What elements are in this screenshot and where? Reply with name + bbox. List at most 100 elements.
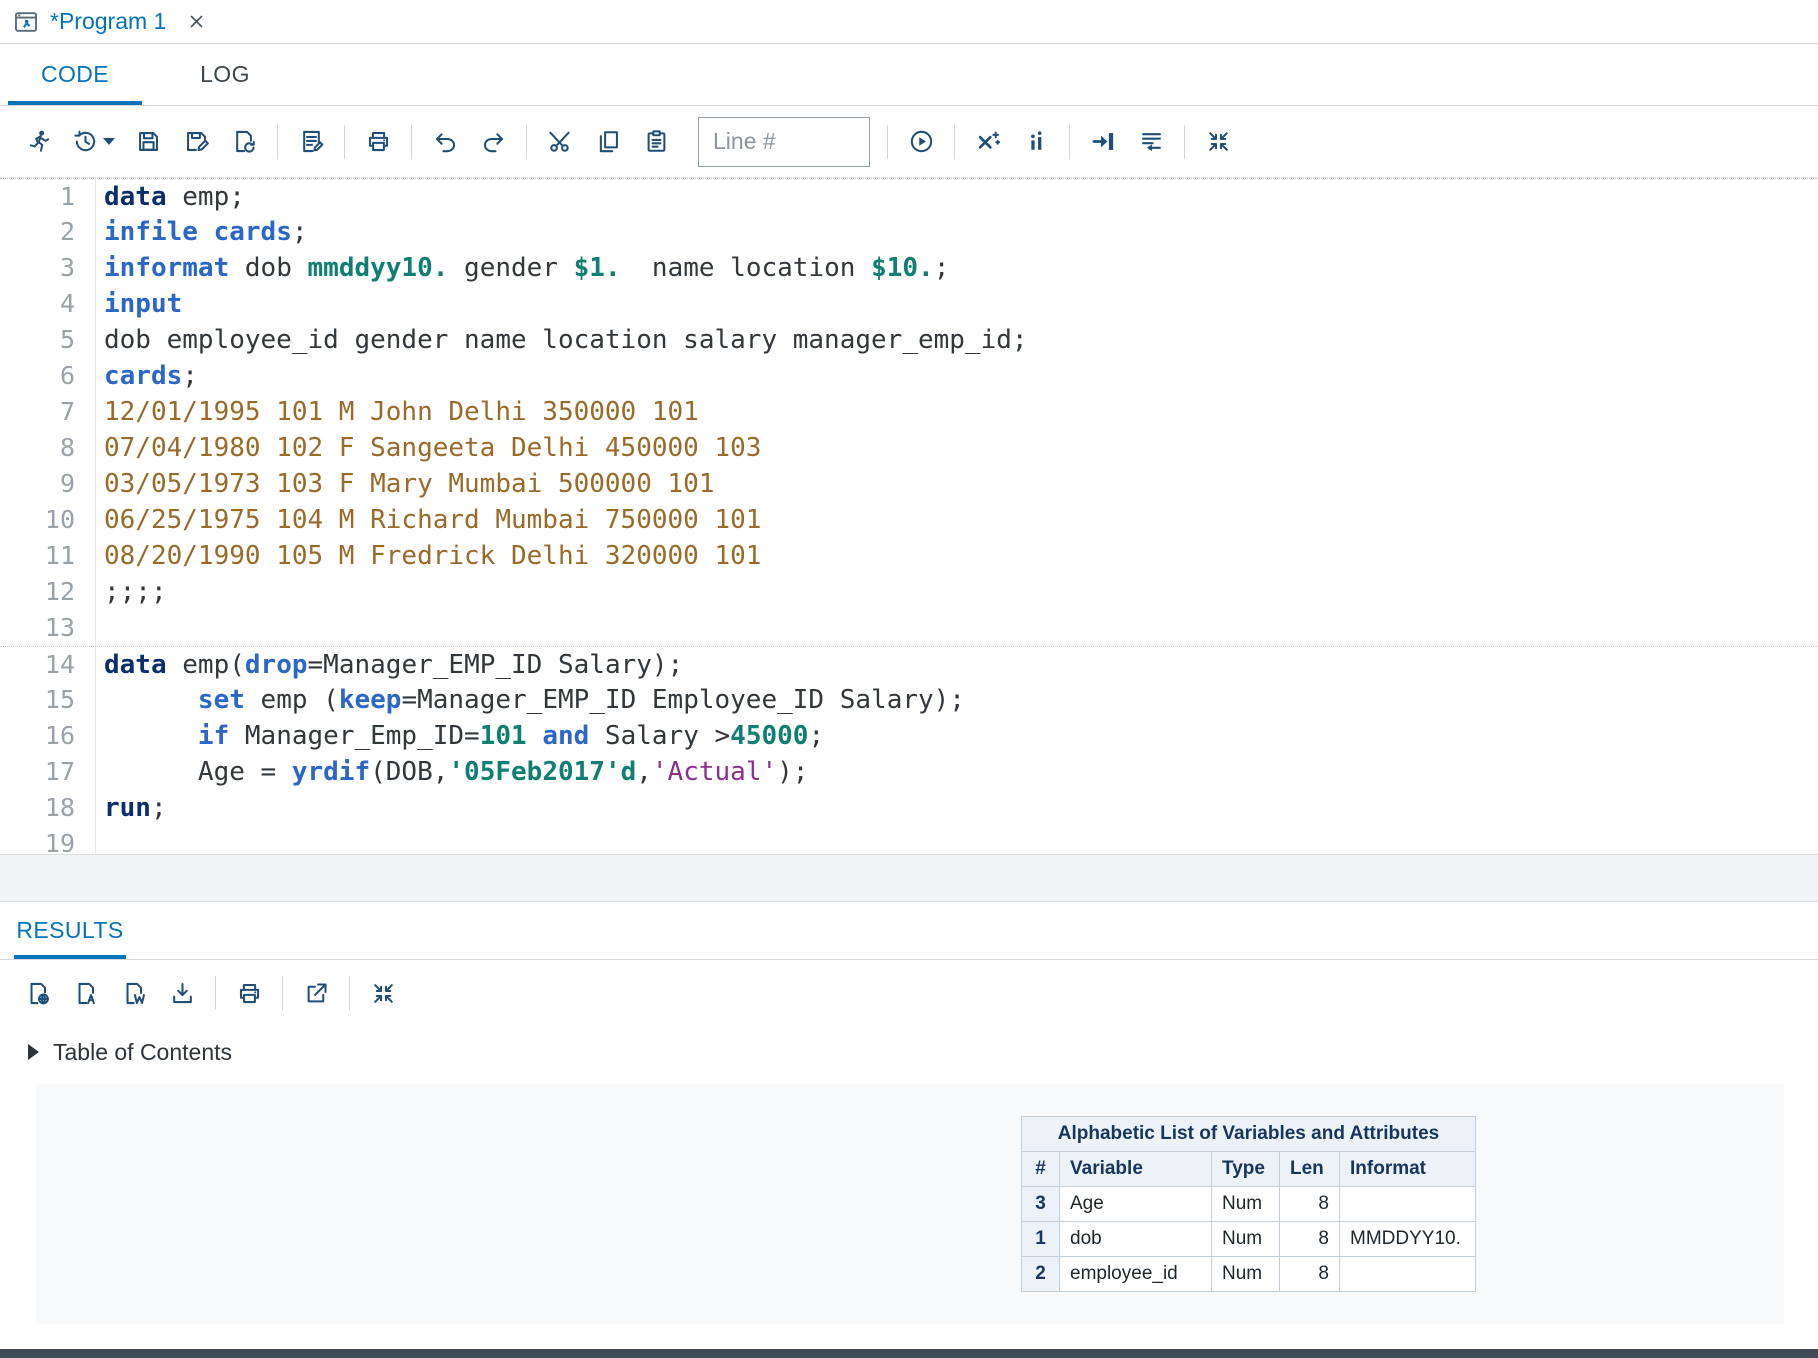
code-line-text: informat dob mmddyy10. gender $1. name l… — [96, 250, 949, 286]
code-toolbar — [0, 106, 1818, 178]
line-number: 4 — [0, 286, 96, 322]
code-line[interactable]: 15 set emp (keep=Manager_EMP_ID Employee… — [0, 682, 1818, 718]
bottom-pane-edge — [0, 1349, 1818, 1358]
cell: 8 — [1280, 1257, 1340, 1292]
code-line-text: 03/05/1973 103 F Mary Mumbai 500000 101 — [96, 466, 714, 502]
cell: Num — [1212, 1187, 1280, 1222]
maximize-button[interactable] — [1194, 118, 1242, 166]
program-icon — [12, 8, 40, 36]
code-line[interactable]: 6cards; — [0, 358, 1818, 394]
tab-log[interactable]: LOG — [150, 44, 300, 105]
download-results-button[interactable] — [158, 969, 206, 1017]
redo-button[interactable] — [469, 118, 517, 166]
cut-button[interactable] — [536, 118, 584, 166]
line-number: 5 — [0, 322, 96, 358]
code-line[interactable]: 712/01/1995 101 M John Delhi 350000 101 — [0, 394, 1818, 430]
code-line[interactable]: 3informat dob mmddyy10. gender $1. name … — [0, 250, 1818, 286]
table-row: 2employee_idNum8 — [1022, 1257, 1476, 1292]
redo-icon — [480, 128, 507, 155]
results-tabbar: RESULTS — [0, 902, 1818, 960]
pane-splitter[interactable] — [0, 854, 1818, 902]
code-line[interactable]: 19 — [0, 826, 1818, 854]
code-line[interactable]: 1data emp; — [0, 178, 1818, 214]
code-line[interactable]: 2infile cards; — [0, 214, 1818, 250]
column-header: Type — [1212, 1152, 1280, 1187]
code-line[interactable]: 17 Age = yrdif(DOB,'05Feb2017'd,'Actual'… — [0, 754, 1818, 790]
clear-code-icon — [975, 128, 1002, 155]
format-lines-icon — [1138, 128, 1165, 155]
line-number: 18 — [0, 790, 96, 826]
code-analysis-button[interactable] — [1012, 118, 1060, 166]
save-button[interactable] — [124, 118, 172, 166]
column-header: Variable — [1060, 1152, 1212, 1187]
code-line[interactable]: 16 if Manager_Emp_ID=101 and Salary >450… — [0, 718, 1818, 754]
toolbar-separator — [411, 125, 412, 159]
undo-button[interactable] — [421, 118, 469, 166]
code-line[interactable]: 1108/20/1990 105 M Fredrick Delhi 320000… — [0, 538, 1818, 574]
table-of-contents-toggle[interactable]: Table of Contents — [0, 1026, 1818, 1078]
close-tab-button[interactable] — [184, 10, 208, 34]
row-number: 3 — [1022, 1187, 1060, 1222]
code-line[interactable]: 4input — [0, 286, 1818, 322]
goto-line-button[interactable] — [897, 118, 945, 166]
code-line[interactable]: 14data emp(drop=Manager_EMP_ID Salary); — [0, 646, 1818, 682]
results-canvas: Alphabetic List of Variables and Attribu… — [36, 1084, 1784, 1324]
paste-button[interactable] — [632, 118, 680, 166]
goto-line-input[interactable] — [698, 117, 870, 167]
cell: MMDDYY10. — [1340, 1222, 1476, 1257]
pdf-result-button[interactable] — [62, 969, 110, 1017]
open-new-window-button[interactable] — [292, 969, 340, 1017]
code-line-text: data emp; — [96, 179, 245, 214]
code-line-text: input — [96, 286, 182, 322]
download-button[interactable] — [220, 118, 268, 166]
cell — [1340, 1257, 1476, 1292]
code-line[interactable]: 12;;;; — [0, 574, 1818, 610]
code-line[interactable]: 903/05/1973 103 F Mary Mumbai 500000 101 — [0, 466, 1818, 502]
line-number: 17 — [0, 754, 96, 790]
copy-button[interactable] — [584, 118, 632, 166]
save-as-button[interactable] — [172, 118, 220, 166]
cell: 8 — [1280, 1187, 1340, 1222]
code-line-text — [96, 826, 104, 854]
program-tab[interactable]: *Program 1 — [10, 0, 224, 43]
code-line-text: data emp(drop=Manager_EMP_ID Salary); — [96, 647, 683, 682]
code-line[interactable]: 807/04/1980 102 F Sangeeta Delhi 450000 … — [0, 430, 1818, 466]
submit-selection-button[interactable] — [1079, 118, 1127, 166]
paste-icon — [643, 128, 670, 155]
code-log-tabbar: CODE LOG — [0, 44, 1818, 106]
format-code-button[interactable] — [287, 118, 335, 166]
save-icon — [135, 128, 162, 155]
row-number: 2 — [1022, 1257, 1060, 1292]
code-line[interactable]: 5dob employee_id gender name location sa… — [0, 322, 1818, 358]
toolbar-separator — [887, 125, 888, 159]
code-line-text: 08/20/1990 105 M Fredrick Delhi 320000 1… — [96, 538, 761, 574]
clear-code-button[interactable] — [964, 118, 1012, 166]
print-button[interactable] — [354, 118, 402, 166]
history-button[interactable] — [62, 118, 124, 166]
line-number: 10 — [0, 502, 96, 538]
format-lines-button[interactable] — [1127, 118, 1175, 166]
code-line-text: 06/25/1975 104 M Richard Mumbai 750000 1… — [96, 502, 761, 538]
code-line[interactable]: 18run; — [0, 790, 1818, 826]
run-button[interactable] — [14, 118, 62, 166]
code-line-text: ;;;; — [96, 574, 167, 610]
code-editor[interactable]: 1data emp;2infile cards;3informat dob mm… — [0, 178, 1818, 854]
toolbar-separator — [277, 125, 278, 159]
line-number: 15 — [0, 682, 96, 718]
toolbar-separator — [215, 976, 216, 1010]
tab-results[interactable]: RESULTS — [6, 902, 134, 959]
word-result-button[interactable] — [110, 969, 158, 1017]
tab-code[interactable]: CODE — [0, 44, 150, 105]
close-icon — [188, 13, 205, 30]
code-line[interactable]: 13 — [0, 610, 1818, 646]
maximize-results-button[interactable] — [359, 969, 407, 1017]
line-number: 2 — [0, 214, 96, 250]
code-line[interactable]: 1006/25/1975 104 M Richard Mumbai 750000… — [0, 502, 1818, 538]
cell — [1340, 1187, 1476, 1222]
print-results-button[interactable] — [225, 969, 273, 1017]
line-number: 3 — [0, 250, 96, 286]
toolbar-separator — [1184, 125, 1185, 159]
toolbar-separator — [954, 125, 955, 159]
html-result-button[interactable] — [14, 969, 62, 1017]
code-line-text: infile cards; — [96, 214, 308, 250]
